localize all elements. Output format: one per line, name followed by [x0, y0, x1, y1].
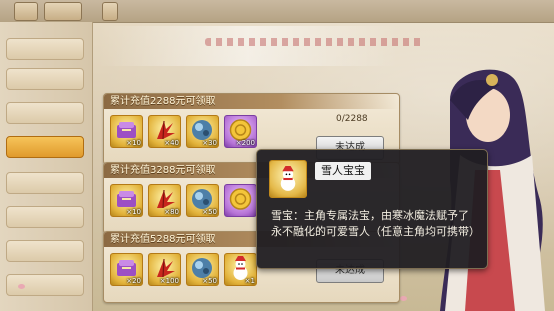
reward-qty: ×50	[202, 277, 217, 285]
petal-decoration	[400, 296, 407, 301]
sidebar-item[interactable]	[6, 206, 84, 228]
reward-qty: ×80	[164, 208, 179, 216]
reward-slot[interactable]: ×1	[224, 253, 257, 286]
panel-title: 累计充值5288元可领取	[110, 234, 216, 245]
reward-slot[interactable]: ×40	[148, 115, 181, 148]
reward-qty: ×10	[126, 208, 141, 216]
sidebar-item[interactable]	[6, 102, 84, 124]
top-tab[interactable]	[14, 2, 38, 21]
sidebar-item[interactable]	[6, 38, 84, 60]
reward-qty: ×30	[202, 139, 217, 147]
reward-slot[interactable]: ×10	[110, 184, 143, 217]
top-tab[interactable]	[102, 2, 118, 21]
reward-slot[interactable]: ×80	[148, 184, 181, 217]
reward-slot[interactable]: ×100	[148, 253, 181, 286]
reward-qty: ×40	[164, 139, 179, 147]
top-tab[interactable]	[44, 2, 82, 21]
tooltip-title: 雪人宝宝	[315, 162, 371, 180]
reward-slot[interactable]: ×30	[186, 115, 219, 148]
panel-title: 累计充值2288元可领取	[110, 96, 216, 107]
reward-slot[interactable]: ×50	[186, 253, 219, 286]
sidebar-item[interactable]	[6, 68, 84, 90]
item-tooltip: 雪人宝宝 雪宝：主角专属法宝，由寒冰魔法赋予了永不融化的可爱雪人（任意主角均可携…	[256, 149, 488, 269]
panel-title: 累计充值3288元可领取	[110, 165, 216, 176]
snowman-icon	[280, 166, 296, 191]
tooltip-item-slot	[269, 160, 307, 198]
top-bar	[0, 0, 554, 23]
reward-qty: ×1	[244, 277, 255, 285]
reward-qty: ×50	[202, 208, 217, 216]
banner-decoration	[205, 38, 425, 46]
progress-text: 0/2288	[336, 114, 368, 124]
reward-slot[interactable]: ×200	[224, 115, 257, 148]
event-banner	[98, 26, 398, 66]
reward-qty: ×100	[159, 277, 179, 285]
reward-slot[interactable]: ×10	[110, 115, 143, 148]
reward-slot[interactable]: ×50	[186, 184, 219, 217]
sidebar	[0, 22, 93, 311]
tooltip-description: 雪宝：主角专属法宝，由寒冰魔法赋予了永不融化的可爱雪人（任意主角均可携带）	[271, 209, 480, 238]
reward-qty: ×20	[126, 277, 141, 285]
sidebar-item[interactable]	[6, 240, 84, 262]
panel-header: 累计充值2288元可领取	[104, 94, 399, 109]
reward-slot[interactable]: ×20	[110, 253, 143, 286]
reward-slot[interactable]	[224, 184, 257, 217]
reward-qty: ×200	[235, 139, 255, 147]
reward-qty: ×10	[126, 139, 141, 147]
sidebar-item[interactable]	[6, 172, 84, 194]
gold-coin-icon	[229, 188, 252, 210]
petal-decoration	[18, 284, 25, 289]
sidebar-item-active[interactable]	[6, 136, 84, 158]
